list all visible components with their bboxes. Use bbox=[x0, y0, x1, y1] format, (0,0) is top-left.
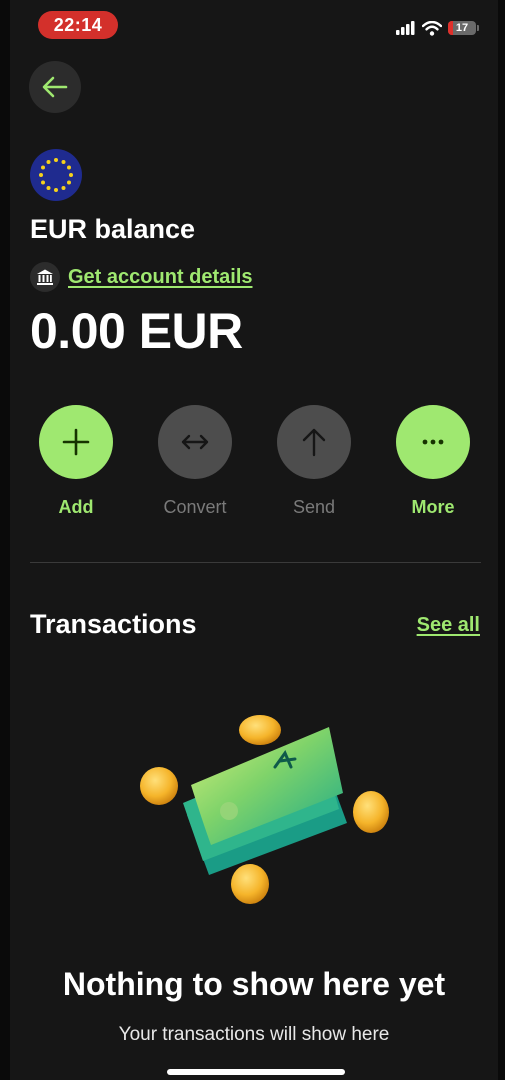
status-icons: 17 bbox=[396, 18, 479, 38]
plus-icon bbox=[62, 428, 90, 456]
wifi-icon bbox=[422, 20, 442, 36]
add-label: Add bbox=[58, 497, 94, 517]
divider bbox=[30, 562, 481, 563]
battery-percent: 17 bbox=[455, 22, 469, 34]
convert-button[interactable]: Convert bbox=[145, 405, 245, 518]
eu-flag-icon bbox=[30, 149, 82, 201]
add-button[interactable]: Add bbox=[26, 405, 126, 518]
bank-icon bbox=[30, 262, 60, 292]
home-indicator[interactable] bbox=[167, 1069, 345, 1075]
eu-star bbox=[66, 165, 71, 170]
balance-amount: 0.00 EUR bbox=[30, 303, 243, 359]
eu-star bbox=[46, 185, 51, 190]
eu-star bbox=[69, 173, 73, 177]
battery-fill bbox=[448, 21, 453, 35]
eu-star bbox=[39, 173, 43, 177]
battery-icon: 17 bbox=[448, 21, 479, 35]
eu-star bbox=[41, 180, 46, 185]
send-button[interactable]: Send bbox=[264, 405, 364, 518]
empty-state-subtitle: Your transactions will show here bbox=[118, 1024, 390, 1042]
convert-button-circle[interactable] bbox=[158, 405, 232, 479]
more-dots-icon bbox=[422, 439, 444, 445]
phone-screen: 22:14 17 EUR balance Get account details… bbox=[10, 0, 498, 1080]
money-illustration bbox=[140, 715, 389, 904]
eu-star bbox=[61, 160, 66, 165]
transactions-title: Transactions bbox=[30, 609, 197, 639]
eu-star bbox=[54, 158, 58, 162]
send-label: Send bbox=[292, 497, 336, 517]
more-button-circle[interactable] bbox=[396, 405, 470, 479]
eu-star bbox=[46, 160, 51, 165]
eu-star bbox=[61, 185, 66, 190]
add-button-circle[interactable] bbox=[39, 405, 113, 479]
eu-star bbox=[54, 188, 58, 192]
get-account-details-link[interactable]: Get account details bbox=[68, 266, 253, 289]
arrow-up-icon bbox=[302, 428, 326, 457]
cellular-signal-icon bbox=[396, 21, 415, 35]
convert-label: Convert bbox=[163, 497, 227, 517]
back-button[interactable] bbox=[29, 61, 81, 113]
account-details-row[interactable]: Get account details bbox=[30, 262, 253, 292]
eu-star bbox=[66, 180, 71, 185]
arrow-left-icon bbox=[42, 76, 68, 98]
status-time: 22:14 bbox=[38, 11, 118, 39]
eu-star bbox=[41, 165, 46, 170]
see-all-link[interactable]: See all bbox=[417, 614, 480, 637]
banknotes-icon bbox=[183, 727, 347, 875]
convert-arrows-icon bbox=[181, 434, 209, 450]
empty-state-title: Nothing to show here yet bbox=[62, 966, 446, 1002]
more-button[interactable]: More bbox=[383, 405, 483, 518]
send-button-circle[interactable] bbox=[277, 405, 351, 479]
more-label: More bbox=[411, 497, 455, 517]
balance-title: EUR balance bbox=[30, 214, 196, 244]
